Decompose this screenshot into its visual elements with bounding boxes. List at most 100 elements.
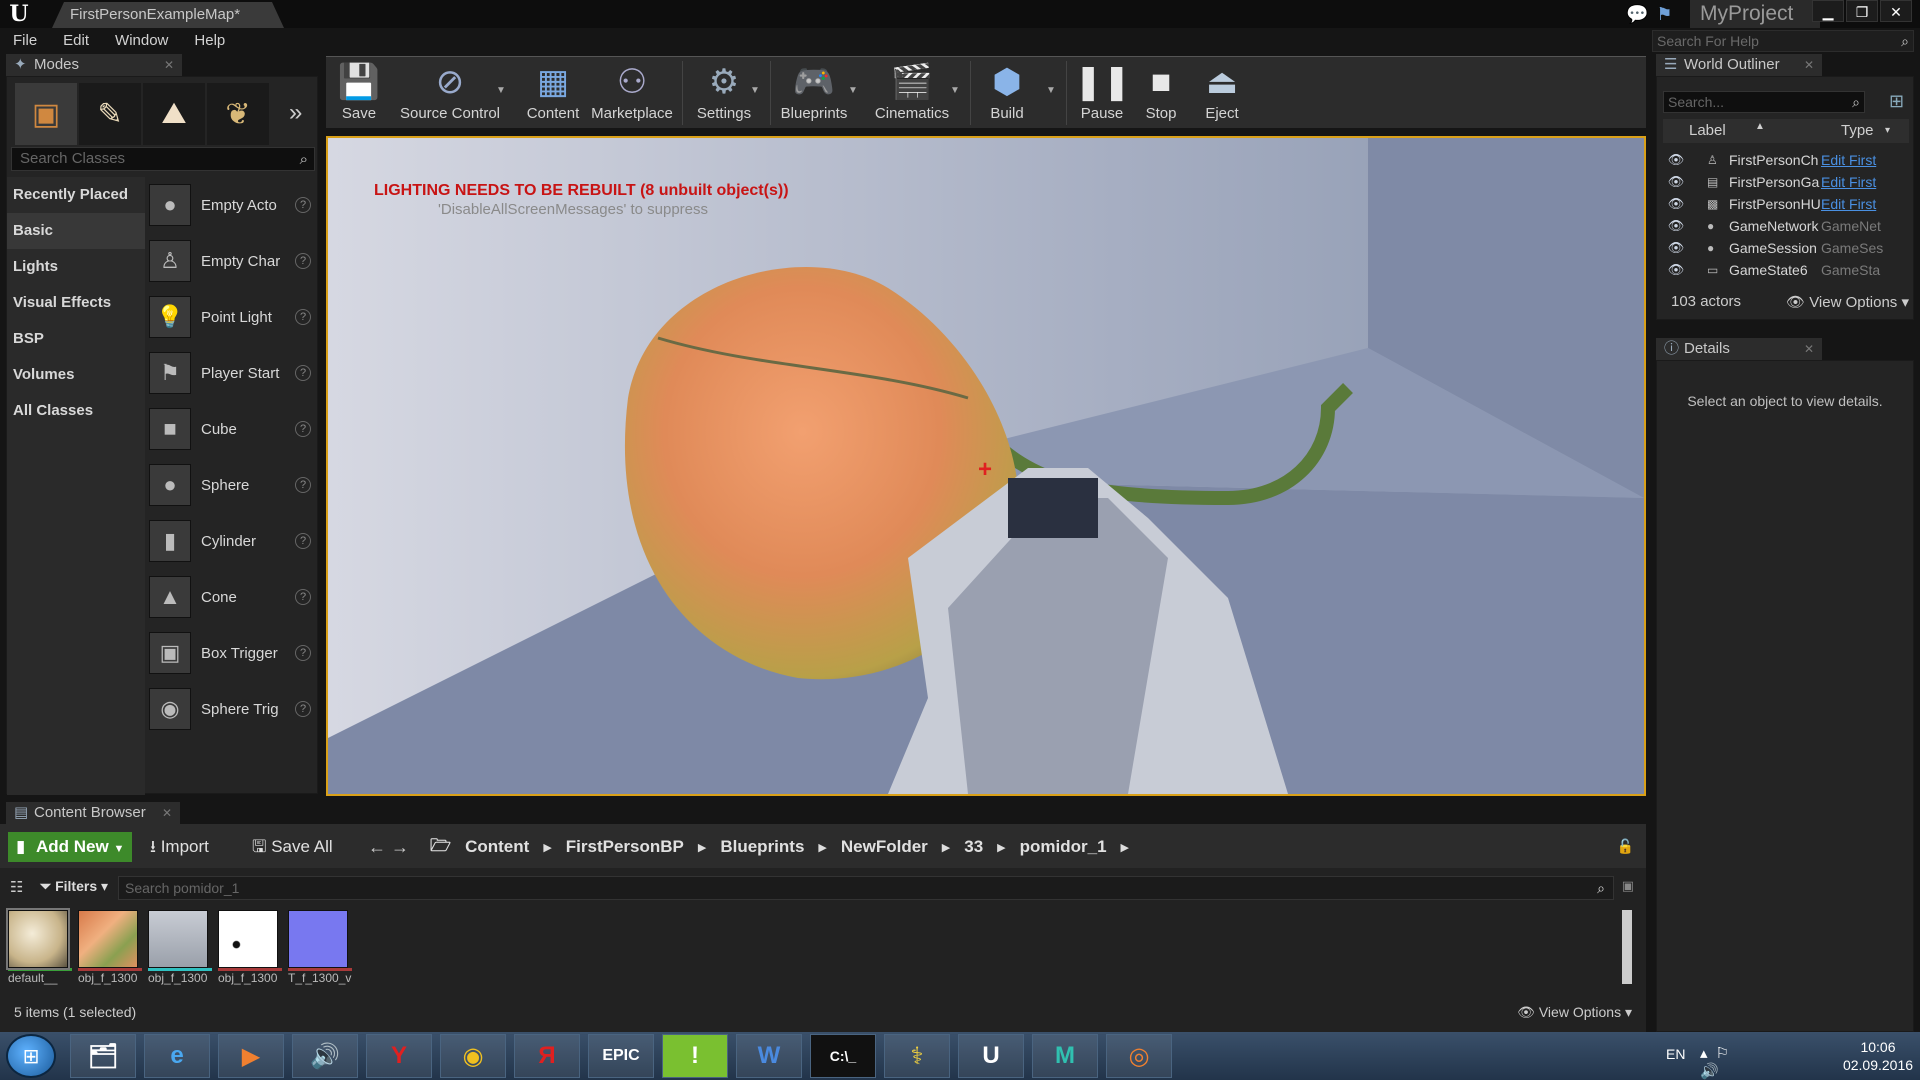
tab-details[interactable]: ⓘ Details ✕ [1656,338,1822,360]
menu-edit[interactable]: Edit [50,28,102,54]
chevron-down-icon[interactable]: ▼ [496,85,506,96]
category-basic[interactable]: Basic [7,213,145,249]
tab-content-browser[interactable]: ▤ Content Browser ✕ [6,802,180,824]
chrome-icon[interactable]: ◉ [440,1034,506,1078]
help-icon[interactable]: ? [295,589,311,605]
more-modes-icon[interactable]: » [289,99,302,127]
category-all-classes[interactable]: All Classes [7,393,145,429]
close-icon[interactable]: ✕ [1880,0,1912,22]
chevron-down-icon[interactable]: ▼ [950,85,960,96]
import-button[interactable]: ⭳ Import [150,832,209,862]
blender-icon[interactable]: ◎ [1106,1034,1172,1078]
help-icon[interactable]: ? [295,701,311,717]
help-icon[interactable]: ? [295,421,311,437]
category-volumes[interactable]: Volumes [7,357,145,393]
outliner-row[interactable]: 👁 ▤ FirstPersonGa Edit First [1663,171,1909,193]
chevron-right-icon[interactable]: ▶ [818,841,826,854]
type-column-header[interactable]: Type [1841,122,1874,139]
unreal-icon[interactable]: U [958,1034,1024,1078]
content-scrollbar[interactable] [1622,910,1632,984]
media-player-icon[interactable]: ▶ [218,1034,284,1078]
language-indicator[interactable]: EN [1666,1046,1685,1062]
save-button[interactable]: 💾 Save [334,57,384,129]
forward-arrow-icon[interactable]: → [391,837,409,857]
visibility-eye-icon[interactable]: 👁 [1663,196,1689,212]
placeable-item[interactable]: ● Empty Acto ? [149,177,319,233]
outliner-search-input[interactable]: Search... ⌕ [1663,91,1865,113]
tab-modes[interactable]: ✦ Modes ✕ [6,54,182,76]
green-app-icon[interactable]: ! [662,1034,728,1078]
outliner-row[interactable]: 👁 ▩ FirstPersonHU Edit First [1663,193,1909,215]
search-classes-input[interactable]: Search Classes ⌕ [11,147,315,171]
pause-button[interactable]: ❚❚ Pause [1074,57,1131,129]
asset-tile[interactable]: obj_f_1300 [218,910,282,985]
stop-button[interactable]: ■ Stop [1136,57,1186,129]
outliner-row[interactable]: 👁 ♙ FirstPersonCh Edit First [1663,149,1909,171]
close-icon[interactable]: ✕ [162,802,172,824]
close-icon[interactable]: ✕ [1804,338,1814,360]
placeable-item[interactable]: ⚑ Player Start ? [149,345,319,401]
menu-window[interactable]: Window [102,28,181,54]
save-search-icon[interactable]: ▣ [1622,878,1634,894]
tab-world-outliner[interactable]: ☰ World Outliner ✕ [1656,54,1822,76]
paint-mode-button[interactable]: ✎ [79,83,141,145]
restore-icon[interactable]: ❐ [1846,0,1878,22]
help-search-input[interactable]: Search For Help ⌕ [1652,30,1914,52]
help-icon[interactable]: ? [295,645,311,661]
content-view-options-button[interactable]: 👁 View Options ▾ [1517,1004,1632,1021]
sources-toggle-icon[interactable]: ☷ [10,878,23,896]
placeable-item[interactable]: ▣ Box Trigger ? [149,625,319,681]
help-icon[interactable]: ? [295,533,311,549]
level-viewport[interactable]: LIGHTING NEEDS TO BE REBUILT (8 unbuilt … [326,136,1646,796]
help-icon[interactable]: ? [295,365,311,381]
placeable-item[interactable]: ▲ Cone ? [149,569,319,625]
marketplace-button[interactable]: ⚇ Marketplace [590,57,674,129]
chevron-right-icon[interactable]: ▶ [1121,841,1129,854]
chevron-right-icon[interactable]: ▶ [997,841,1005,854]
help-icon[interactable]: ? [295,253,311,269]
clock[interactable]: 10:06 02.09.2016 [1838,1038,1918,1074]
placeable-item[interactable]: ● Sphere ? [149,457,319,513]
build-button[interactable]: ⬢ Build [976,57,1038,129]
python-icon[interactable]: ⚕ [884,1034,950,1078]
internet-explorer-icon[interactable]: e [144,1034,210,1078]
explorer-icon[interactable]: 🗂 [70,1034,136,1078]
visibility-eye-icon[interactable]: 👁 [1663,152,1689,168]
visibility-eye-icon[interactable]: 👁 [1663,218,1689,234]
close-icon[interactable]: ✕ [1804,54,1814,76]
landscape-mode-button[interactable]: ⛰ [143,83,205,145]
chevron-right-icon[interactable]: ▶ [698,841,706,854]
minimize-icon[interactable]: ▁ [1812,0,1844,22]
asset-tile[interactable]: default__ [6,908,72,985]
visibility-eye-icon[interactable]: 👁 [1663,240,1689,256]
chevron-right-icon[interactable]: ▶ [942,841,950,854]
outliner-row[interactable]: 👁 ▭ GameState6 GameSta [1663,259,1909,281]
help-icon[interactable]: ? [295,309,311,325]
close-icon[interactable]: ✕ [164,54,174,76]
filters-button[interactable]: ⏷ Filters ▾ [40,878,108,895]
save-all-button[interactable]: 🖫 Save All [252,832,333,862]
source-control-button[interactable]: ⊘ Source Control [394,57,506,129]
asset-tile[interactable]: obj_f_1300 [78,910,142,985]
actor-type-link[interactable]: Edit First [1821,152,1891,168]
placeable-item[interactable]: ♙ Empty Char ? [149,233,319,289]
placeable-item[interactable]: ◉ Sphere Trig ? [149,681,319,737]
placeable-item[interactable]: ▮ Cylinder ? [149,513,319,569]
actor-type-link[interactable]: Edit First [1821,196,1891,212]
chevron-down-icon[interactable]: ▾ [1885,125,1890,136]
maya-icon[interactable]: M [1032,1034,1098,1078]
breadcrumb-item[interactable]: Content [465,837,529,857]
breadcrumb-item[interactable]: Blueprints [720,837,804,857]
category-lights[interactable]: Lights [7,249,145,285]
chevron-right-icon[interactable]: ▶ [543,841,551,854]
back-arrow-icon[interactable]: ← [368,837,386,857]
label-column-header[interactable]: Label [1689,122,1726,139]
foliage-mode-button[interactable]: ❦ [207,83,269,145]
breadcrumb-item[interactable]: pomidor_1 [1020,837,1107,857]
breadcrumb-item[interactable]: FirstPersonBP [566,837,684,857]
chevron-down-icon[interactable]: ▼ [750,85,760,96]
content-button[interactable]: ▦ Content [522,57,584,129]
content-search-input[interactable]: Search pomidor_1 ⌕ [118,876,1614,900]
outliner-row[interactable]: 👁 ● GameSession GameSes [1663,237,1909,259]
help-icon[interactable]: ? [295,477,311,493]
